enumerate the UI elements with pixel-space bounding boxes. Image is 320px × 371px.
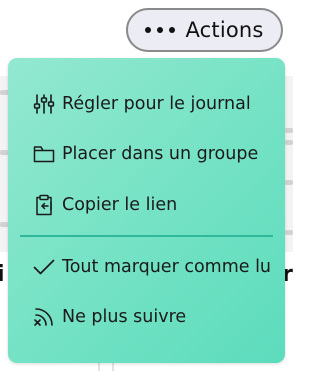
menu-item-label: Régler pour le journal [62, 94, 251, 114]
menu-item-place-in-group[interactable]: Placer dans un groupe [8, 131, 285, 177]
sliders-icon [32, 92, 56, 116]
menu-item-label: Copier le lien [62, 195, 178, 215]
background-text-line [285, 180, 293, 185]
menu-item-label: Tout marquer comme lu [62, 257, 272, 277]
actions-dropdown-menu: Régler pour le journal Placer dans un gr… [8, 58, 285, 363]
actions-button-label: Actions [185, 18, 264, 42]
clipboard-link-icon [32, 193, 56, 217]
menu-item-copy-link[interactable]: Copier le lien [8, 182, 285, 228]
menu-item-label: Ne plus suivre [62, 307, 187, 327]
unsubscribe-feed-icon [32, 305, 56, 329]
menu-item-unfollow[interactable]: Ne plus suivre [8, 294, 285, 340]
menu-item-adjust-for-journal[interactable]: Régler pour le journal [8, 81, 285, 127]
menu-divider [20, 235, 273, 237]
background-text-line [285, 230, 293, 235]
folder-icon [32, 142, 56, 166]
background-text-line [285, 128, 293, 133]
menu-item-label: Placer dans un groupe [62, 144, 259, 164]
checkmark-icon [32, 255, 56, 279]
background-text-line [285, 140, 293, 145]
menu-item-mark-all-read[interactable]: Tout marquer comme lu [8, 244, 285, 290]
more-dots-icon [145, 27, 176, 33]
actions-button[interactable]: Actions [126, 8, 283, 52]
background-heading-fragment: i [0, 262, 5, 287]
